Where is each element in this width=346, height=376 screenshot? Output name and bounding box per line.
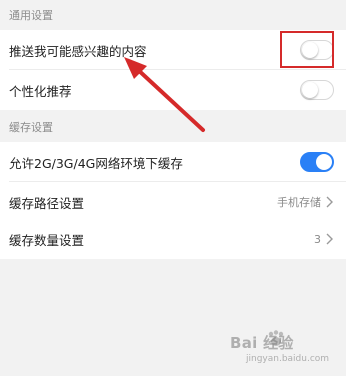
watermark: Bai 经验 jingyan.baidu.com xyxy=(226,326,346,376)
annotation-arrow xyxy=(124,57,205,132)
watermark-brand: Bai 经验 xyxy=(230,334,294,352)
watermark-url: jingyan.baidu.com xyxy=(246,354,330,364)
